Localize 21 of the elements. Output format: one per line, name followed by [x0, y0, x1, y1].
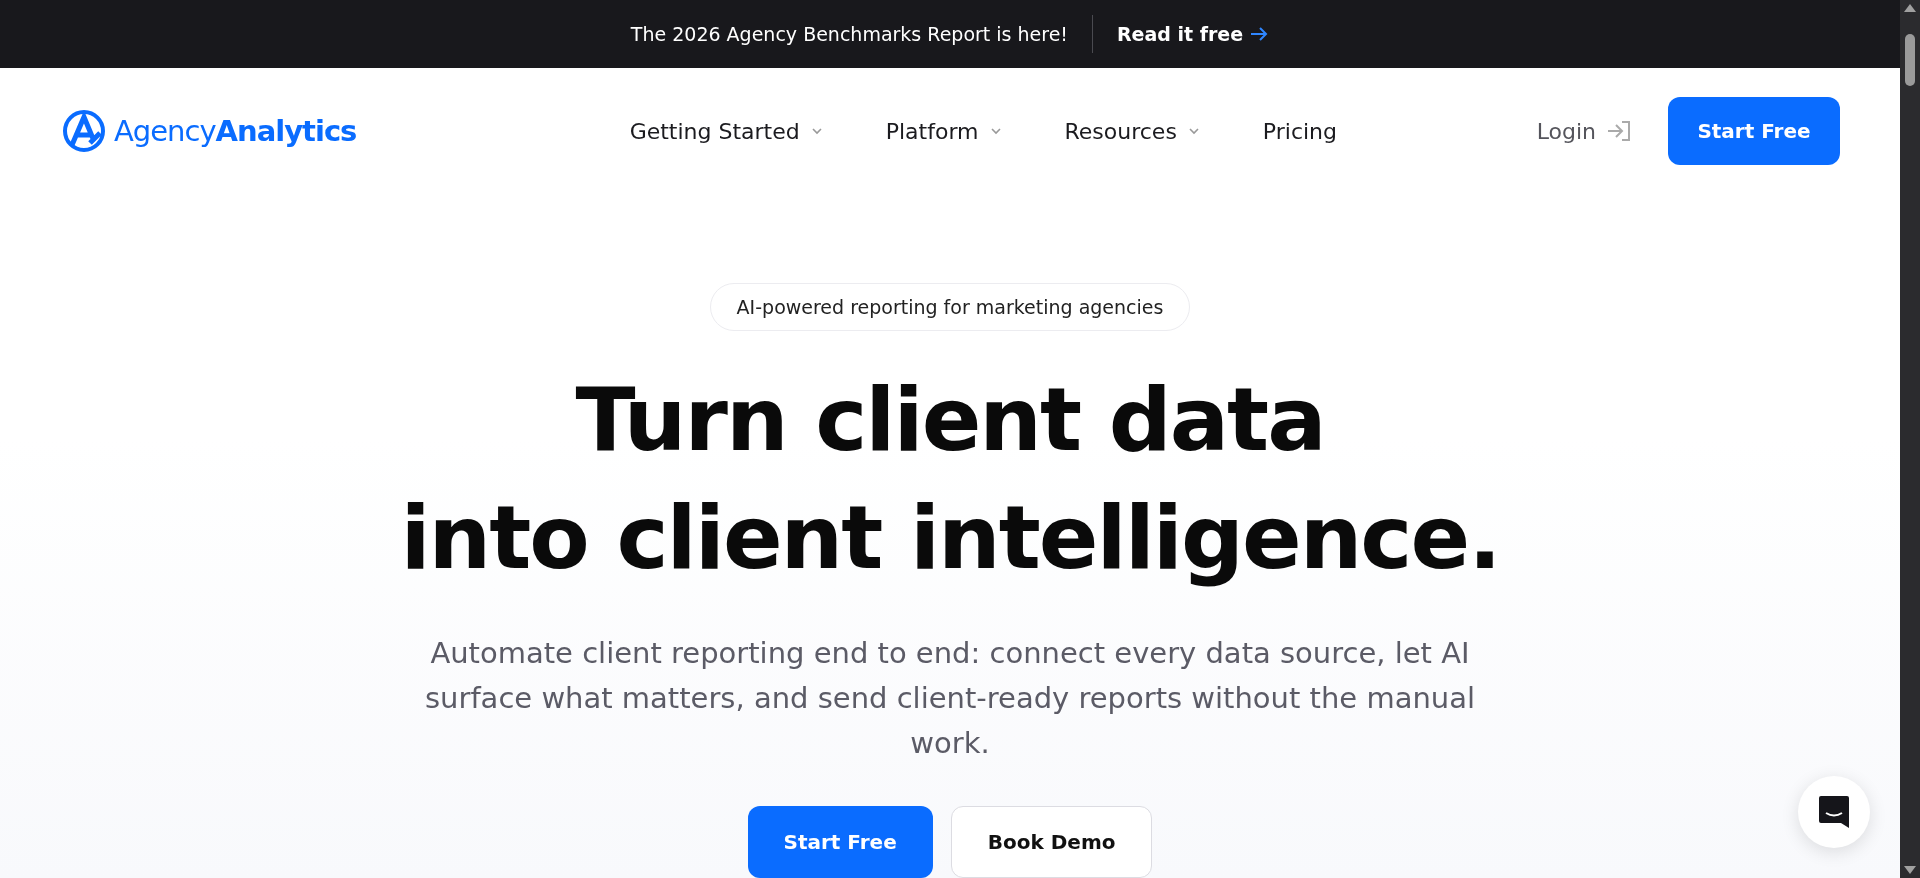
start-free-button[interactable]: Start Free	[747, 806, 933, 878]
nav-link[interactable]: Resources	[1064, 118, 1201, 144]
login-link[interactable]: Login	[1536, 118, 1632, 144]
hero-description: Automate client reporting end to end: connect every data source, let AI surface what matters, and send client-ready reports without the manual work.	[424, 635, 1476, 762]
book-demo-button[interactable]: Book Demo	[950, 806, 1153, 878]
arrow-right-icon	[1249, 25, 1270, 42]
login-icon	[1606, 119, 1632, 144]
start-free-button[interactable]: Start Free	[1668, 97, 1840, 166]
nav-link[interactable]: Platform	[885, 118, 1003, 144]
tagline-badge: AI-powered reporting for marketing agencies	[709, 283, 1191, 331]
headline: Turn client data	[574, 367, 1326, 473]
nav-link[interactable]: Getting Started	[629, 118, 824, 144]
logo-mark-icon	[60, 109, 108, 154]
announcement-text: The 2026 Agency Benchmarks Report is here!	[630, 22, 1068, 45]
scrollbar[interactable]	[1900, 0, 1920, 878]
logo[interactable]: AgencyAnalytics	[60, 109, 430, 154]
chat-bubble-icon	[1817, 794, 1851, 830]
headline: into client intelligence.	[400, 485, 1500, 591]
nav-link[interactable]: Pricing	[1262, 118, 1337, 144]
read-report-link[interactable]: Read it free	[1116, 22, 1270, 45]
logo-wordmark: AgencyAnalytics	[114, 114, 357, 149]
